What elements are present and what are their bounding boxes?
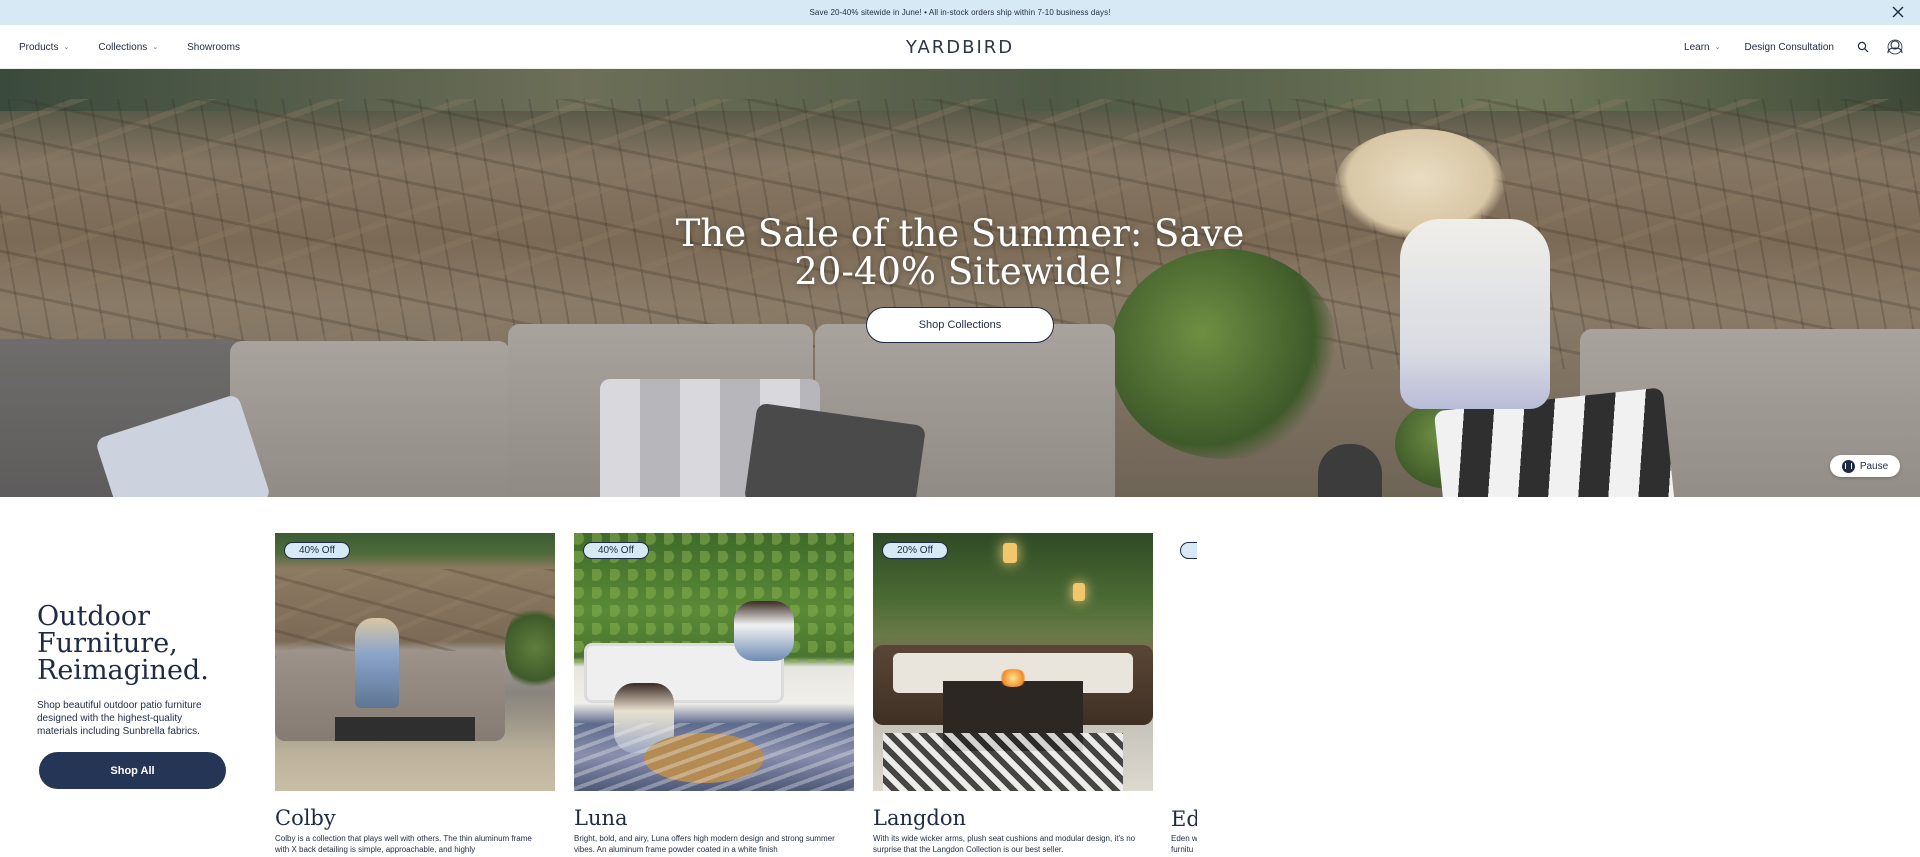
pause-label: Pause — [1859, 460, 1889, 472]
collection-description: Eden w furnitu — [1171, 833, 1197, 855]
flame — [998, 669, 1028, 687]
hero-title-line-2: 20-40% Sitewide! — [794, 250, 1126, 293]
collection-image-langdon[interactable]: 20% Off — [873, 533, 1153, 791]
nav-collections[interactable]: Collections ⌄ — [98, 42, 158, 53]
hero-banner: The Sale of the Summer: Save 20-40% Site… — [0, 69, 1920, 497]
striped-rug — [574, 723, 854, 791]
lantern — [1003, 543, 1017, 563]
coffee-table — [335, 717, 475, 741]
announcement-bar: Save 20-40% sitewide in June! • All in-s… — [0, 0, 1920, 25]
nav-showrooms-label: Showrooms — [187, 41, 240, 53]
pause-button[interactable]: Pause — [1830, 455, 1900, 477]
plant — [505, 603, 555, 693]
collection-description-line-2: furnitu — [1171, 845, 1194, 854]
chevron-down-icon: ⌄ — [152, 44, 159, 51]
collection-card-colby[interactable]: 40% Off Colby Colby is a collection that… — [275, 533, 555, 855]
person — [355, 618, 399, 708]
secondary-nav: Learn ⌄ Design Consultation — [1684, 25, 1904, 69]
collection-description: Colby is a collection that plays well wi… — [275, 834, 532, 854]
search-icon[interactable] — [1854, 38, 1872, 56]
sofa-cushion — [230, 341, 510, 497]
pause-icon — [1841, 459, 1855, 473]
shop-all-button[interactable]: Shop All — [39, 752, 226, 789]
intro-title: Outdoor Furniture, Reimagined. — [37, 603, 237, 684]
collection-description: With its wide wicker arms, plush seat cu… — [873, 834, 1136, 854]
chevron-down-icon: ⌄ — [63, 44, 70, 51]
collection-card-luna[interactable]: 40% Off Luna Bright, bold, and airy, Lun… — [574, 533, 854, 855]
intro-title-line-3: Reimagined. — [37, 655, 209, 686]
intro-title-line-1: Outdoor — [37, 601, 151, 632]
lantern — [1318, 444, 1382, 497]
collection-image-colby[interactable]: 40% Off — [275, 533, 555, 791]
logo-container: YARDBIRD — [0, 25, 1920, 69]
site-header: Products ⌄ Collections ⌄ Showrooms YARDB… — [0, 25, 1920, 69]
intro-description: Shop beautiful outdoor patio furniture d… — [37, 700, 202, 737]
close-icon[interactable] — [1890, 4, 1906, 20]
collection-card-eden[interactable]: Ed Eden w furnitu — [1171, 533, 1197, 857]
nav-learn-label: Learn — [1684, 41, 1710, 53]
intro-block: Outdoor Furniture, Reimagined. Shop beau… — [37, 603, 237, 738]
nav-collections-label: Collections — [98, 41, 148, 53]
discount-badge: 40% Off — [284, 542, 350, 559]
nav-products[interactable]: Products ⌄ — [19, 42, 69, 53]
collection-description-line-1: Eden w — [1171, 834, 1197, 843]
hero-title-line-1: The Sale of the Summer: Save — [675, 212, 1245, 255]
announcement-text: Save 20-40% sitewide in June! • All in-s… — [809, 8, 1111, 17]
collection-card-langdon[interactable]: 20% Off Langdon With its wide wicker arm… — [873, 533, 1153, 855]
collection-description: Bright, bold, and airy, Luna offers high… — [574, 834, 835, 854]
nav-products-label: Products — [19, 41, 59, 53]
chevron-down-icon: ⌄ — [1714, 44, 1721, 51]
discount-badge: 20% Off — [882, 542, 948, 559]
nav-design-consultation-label: Design Consultation — [1744, 41, 1835, 53]
collection-image-luna[interactable]: 40% Off — [574, 533, 854, 791]
intro-title-line-2: Furniture, — [37, 628, 178, 659]
collection-title[interactable]: Luna — [574, 807, 854, 829]
collection-title[interactable]: Colby — [275, 807, 555, 829]
nav-showrooms[interactable]: Showrooms — [187, 42, 240, 53]
logo[interactable]: YARDBIRD — [906, 37, 1014, 58]
hero-title: The Sale of the Summer: Save 20-40% Site… — [0, 215, 1920, 291]
shop-collections-button[interactable]: Shop Collections — [866, 307, 1054, 343]
collection-title[interactable]: Langdon — [873, 807, 1153, 829]
person — [734, 601, 794, 661]
collection-title[interactable]: Ed — [1171, 807, 1197, 831]
discount-badge — [1180, 542, 1197, 559]
nav-design-consultation[interactable]: Design Consultation — [1745, 42, 1835, 53]
discount-badge: 40% Off — [583, 542, 649, 559]
nav-learn[interactable]: Learn ⌄ — [1684, 42, 1720, 53]
account-icon[interactable] — [1886, 38, 1904, 56]
primary-nav: Products ⌄ Collections ⌄ Showrooms — [19, 25, 269, 69]
lantern — [1073, 583, 1085, 601]
patterned-rug — [883, 733, 1123, 791]
